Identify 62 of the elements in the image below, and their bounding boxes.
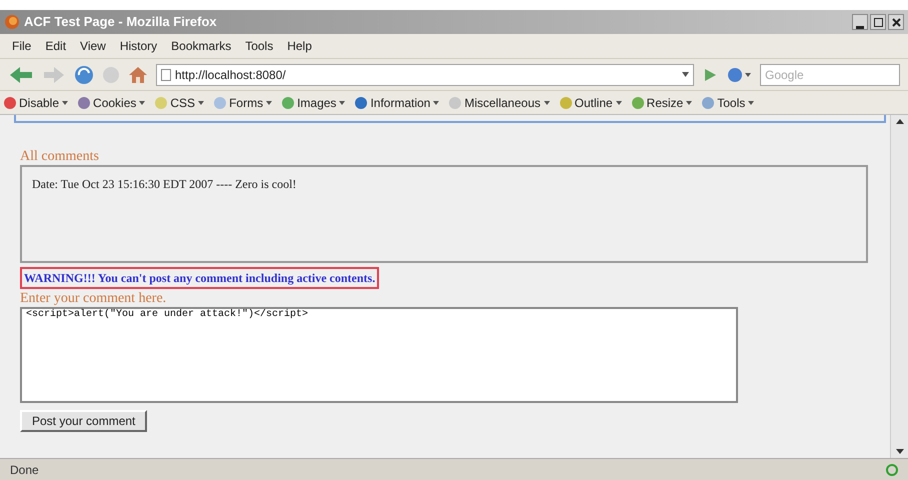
toolbar-menu[interactable]: CSS	[170, 94, 196, 112]
menu-item[interactable]: History	[120, 37, 158, 55]
toolbar-icon[interactable]	[632, 96, 644, 108]
caret-icon	[198, 100, 204, 104]
caret-icon	[62, 100, 68, 104]
comment-input[interactable]: <script>alert("You are under attack!")</script>	[20, 307, 738, 403]
address-field[interactable]: http://localhost:8080/	[156, 64, 694, 86]
menu-item[interactable]: Edit	[45, 37, 66, 55]
minimize-icon	[856, 26, 864, 29]
toolbar-icon[interactable]	[282, 96, 294, 108]
toolbar-icon[interactable]	[355, 96, 368, 108]
home-icon[interactable]	[128, 64, 148, 84]
toolbar-menu[interactable]: Outline	[574, 94, 613, 112]
toolbar-menu[interactable]: Forms	[229, 94, 264, 112]
menu-item[interactable]: File	[12, 37, 32, 55]
maximize-icon	[874, 18, 882, 26]
status-text: Done	[10, 462, 39, 478]
fox-icon	[4, 14, 20, 30]
search-field[interactable]: Google	[760, 64, 900, 86]
toolbar-menu[interactable]: Resize	[646, 94, 684, 112]
post-comment-button[interactable]: Post your comment	[20, 410, 148, 432]
close-button[interactable]	[888, 14, 904, 30]
toolbar-menu[interactable]: Cookies	[93, 94, 136, 112]
toolbar-menu[interactable]: Images	[297, 94, 336, 112]
toolbar-menu[interactable]: Disable	[19, 94, 60, 112]
caret-icon	[433, 100, 440, 104]
caret-icon	[339, 100, 346, 104]
caret-icon	[748, 100, 754, 104]
maximize-button[interactable]	[870, 14, 886, 30]
caret-icon	[544, 100, 550, 104]
toolbar-menu[interactable]: Tools	[717, 94, 746, 112]
toolbar-menu[interactable]: Information	[370, 94, 430, 112]
window-title: ACF Test Page - Mozilla Firefox	[24, 13, 217, 32]
scroll-down-icon[interactable]	[896, 449, 904, 454]
dropdown-arrow-icon[interactable]	[682, 72, 689, 77]
close-icon	[892, 18, 900, 26]
toolbar-icon[interactable]	[4, 96, 16, 108]
toolbar-menu[interactable]: Miscellaneous	[464, 94, 541, 112]
status-ok-icon	[886, 464, 898, 476]
menu-item[interactable]: Help	[287, 37, 312, 55]
scroll-up-icon[interactable]	[896, 119, 904, 124]
comment-text: Date: Tue Oct 23 15:16:30 EDT 2007 ---- Zero is cool!	[32, 176, 298, 193]
field-label: Enter your comment here.	[20, 291, 168, 307]
back-arrow-icon[interactable]	[8, 66, 34, 84]
minimize-button[interactable]	[852, 14, 868, 30]
caret-icon	[616, 100, 622, 104]
go-arrow-icon[interactable]	[702, 66, 718, 82]
toolbar-icon[interactable]	[78, 96, 90, 108]
menu-item[interactable]: Tools	[245, 37, 274, 55]
menu-item[interactable]: View	[80, 37, 106, 55]
caret-icon	[139, 100, 146, 104]
menu-item[interactable]: Bookmarks	[171, 37, 232, 55]
search-engine-icon[interactable]	[726, 66, 752, 84]
section-heading: All comments	[20, 149, 100, 165]
caret-icon	[266, 100, 272, 104]
page-icon	[161, 68, 171, 80]
scrollbar[interactable]	[890, 115, 908, 458]
toolbar-icon[interactable]	[560, 96, 572, 108]
warning-message: WARNING!!! You can't post any comment including active contents.	[20, 267, 380, 289]
caret-icon	[686, 100, 692, 104]
reload-icon[interactable]	[74, 64, 94, 84]
toolbar-icon[interactable]	[702, 96, 714, 108]
